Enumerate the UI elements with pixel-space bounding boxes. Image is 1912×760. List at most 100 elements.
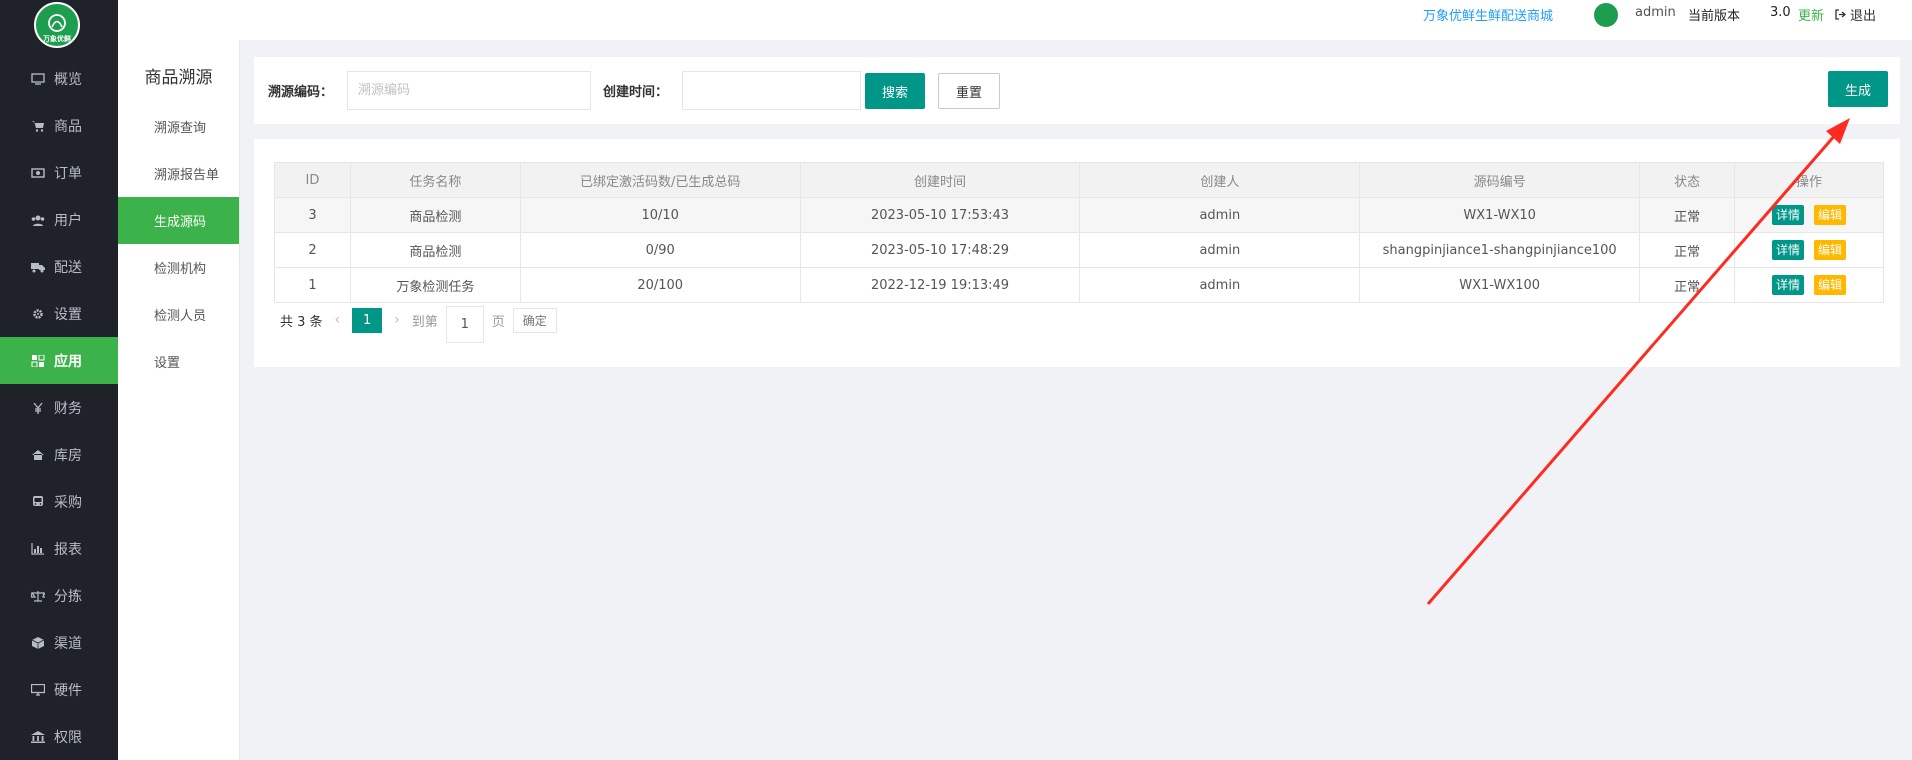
bar-chart-icon <box>30 542 46 556</box>
top-header: 万象优鲜生鲜配送商城 admin 当前版本 3.0 更新 退出 <box>118 0 1912 40</box>
next-page-button[interactable]: › <box>394 312 400 328</box>
table-panel: ID 任务名称 已绑定激活码数/已生成总码 创建时间 创建人 源码编号 状态 操作 3 商品检测… <box>254 139 1900 367</box>
sub-nav-item[interactable]: 溯源报告单 <box>118 150 239 197</box>
sidebar-item-home[interactable]: 库房 <box>0 431 118 478</box>
sidebar-item-cube[interactable]: 渠道 <box>0 619 118 666</box>
sidebar-item-label: 分拣 <box>54 588 82 605</box>
sub-sidebar: 商品溯源 溯源查询 溯源报告单 生成源码 检测机构 检测人员 设置 <box>118 40 240 760</box>
sidebar-item-label: 渠道 <box>54 635 82 652</box>
sidebar-nav: 概览商品订单用户配送 设置 应用财务库房采购报表分拣渠道硬件 权限 <box>0 55 118 760</box>
total-count: 共 3 条 <box>280 314 323 330</box>
cell-status: 正常 <box>1639 232 1736 268</box>
table-row[interactable]: 2 商品检测 0/90 2023-05-10 17:48:29 admin shangpi… <box>274 232 1884 268</box>
cell-time: 2023-05-10 17:53:43 <box>799 197 1081 233</box>
search-button[interactable]: 搜索 <box>865 73 925 109</box>
sidebar-item-monitor[interactable]: 概览 <box>0 55 118 102</box>
sidebar-item-cart[interactable]: 商品 <box>0 102 118 149</box>
logo-text: 万象优鲜 <box>43 35 71 43</box>
sidebar-item-label: 商品 <box>54 118 82 135</box>
cell-source: WX1-WX100 <box>1359 267 1641 303</box>
detail-button[interactable]: 详情 <box>1772 275 1805 295</box>
main-sidebar: 万象优鲜 概览商品订单用户配送 设置 应用财务库房采购报表分拣渠道硬件 权限 <box>0 0 118 760</box>
sidebar-item-gear[interactable]: 设置 <box>0 290 118 337</box>
sidebar-item-label: 订单 <box>54 165 82 182</box>
cell-source: WX1-WX10 <box>1359 197 1641 233</box>
table-row[interactable]: 1 万象检测任务 20/100 2022-12-19 19:13:49 admin WX1… <box>274 267 1884 303</box>
code-label: 溯源编码： <box>268 85 334 100</box>
cell-id: 2 <box>274 232 351 268</box>
cube-icon <box>30 636 46 650</box>
shop-name-link[interactable]: 万象优鲜生鲜配送商城 <box>1423 5 1553 24</box>
column-header: 创建人 <box>1079 162 1361 198</box>
logout-icon <box>1835 9 1846 20</box>
generate-button[interactable]: 生成 <box>1828 71 1888 107</box>
gear-icon <box>30 307 46 321</box>
sidebar-item-yen[interactable]: 财务 <box>0 384 118 431</box>
page-confirm-button[interactable]: 确定 <box>512 307 557 333</box>
trace-code-input[interactable] <box>347 71 591 110</box>
sidebar-item-label: 采购 <box>54 494 82 511</box>
prev-page-button[interactable]: ‹ <box>335 312 341 328</box>
sub-nav-item[interactable]: 溯源查询 <box>118 103 239 150</box>
bank-icon <box>30 730 46 744</box>
leaf-logo-icon <box>48 14 66 32</box>
user-name[interactable]: admin <box>1635 5 1676 20</box>
cell-codes: 10/10 <box>519 197 801 233</box>
detail-button[interactable]: 详情 <box>1772 205 1805 225</box>
logout-button[interactable]: 退出 <box>1835 5 1876 24</box>
column-header: 操作 <box>1734 162 1884 198</box>
sidebar-item-apps[interactable]: 应用 <box>0 337 118 384</box>
column-header: 创建时间 <box>799 162 1081 198</box>
cell-name: 万象检测任务 <box>349 267 521 303</box>
cell-creator: admin <box>1079 232 1361 268</box>
users-icon <box>30 213 46 227</box>
cell-time: 2022-12-19 19:13:49 <box>799 267 1081 303</box>
cell-name: 商品检测 <box>349 232 521 268</box>
sidebar-item-bank[interactable]: 权限 <box>0 713 118 760</box>
sidebar-item-bus[interactable]: 采购 <box>0 478 118 525</box>
cell-creator: admin <box>1079 267 1361 303</box>
sidebar-item-scale[interactable]: 分拣 <box>0 572 118 619</box>
edit-button[interactable]: 编辑 <box>1814 205 1847 225</box>
sub-nav-list: 溯源查询 溯源报告单 生成源码 检测机构 检测人员 设置 <box>118 103 239 385</box>
table-row[interactable]: 3 商品检测 10/10 2023-05-10 17:53:43 admin WX1-WX… <box>274 197 1884 233</box>
column-header: 源码编号 <box>1359 162 1641 198</box>
user-avatar[interactable] <box>1593 2 1619 28</box>
edit-button[interactable]: 编辑 <box>1814 275 1847 295</box>
sidebar-item-label: 概览 <box>54 71 82 88</box>
bus-icon <box>30 495 46 509</box>
sub-nav-item[interactable]: 设置 <box>118 338 239 385</box>
sidebar-item-bar-chart[interactable]: 报表 <box>0 525 118 572</box>
sidebar-item-money[interactable]: 订单 <box>0 149 118 196</box>
sub-nav-item[interactable]: 生成源码 <box>118 197 239 244</box>
reset-button[interactable]: 重置 <box>938 73 1000 109</box>
create-time-label: 创建时间： <box>603 85 669 100</box>
page-unit-label: 页 <box>491 314 505 330</box>
yen-icon <box>30 401 46 415</box>
sidebar-item-truck[interactable]: 配送 <box>0 243 118 290</box>
detail-button[interactable]: 详情 <box>1772 240 1805 260</box>
edit-button[interactable]: 编辑 <box>1814 240 1847 260</box>
sub-nav-item[interactable]: 检测机构 <box>118 244 239 291</box>
page-number-input[interactable] <box>445 305 484 343</box>
table-header-row: ID 任务名称 已绑定激活码数/已生成总码 创建时间 创建人 源码编号 状态 操作 <box>274 162 1884 198</box>
brand-logo[interactable]: 万象优鲜 <box>34 2 80 48</box>
sub-nav-item[interactable]: 检测人员 <box>118 291 239 338</box>
column-header: 状态 <box>1639 162 1736 198</box>
current-page[interactable]: 1 <box>352 307 383 333</box>
cell-status: 正常 <box>1639 267 1736 303</box>
truck-icon <box>30 260 46 274</box>
logout-label: 退出 <box>1850 9 1877 24</box>
sidebar-item-label: 财务 <box>54 400 82 417</box>
sidebar-item-users[interactable]: 用户 <box>0 196 118 243</box>
cell-codes: 20/100 <box>519 267 801 303</box>
version-label: 当前版本 <box>1688 9 1741 24</box>
sidebar-item-label: 用户 <box>54 212 82 229</box>
scale-icon <box>30 589 46 603</box>
column-header: 已绑定激活码数/已生成总码 <box>519 162 801 198</box>
update-link[interactable]: 更新 <box>1798 5 1824 24</box>
create-time-input[interactable] <box>682 71 861 110</box>
sidebar-item-desktop[interactable]: 硬件 <box>0 666 118 713</box>
cell-codes: 0/90 <box>519 232 801 268</box>
cell-source: shangpinjiance1-shangpinjiance100 <box>1359 232 1641 268</box>
